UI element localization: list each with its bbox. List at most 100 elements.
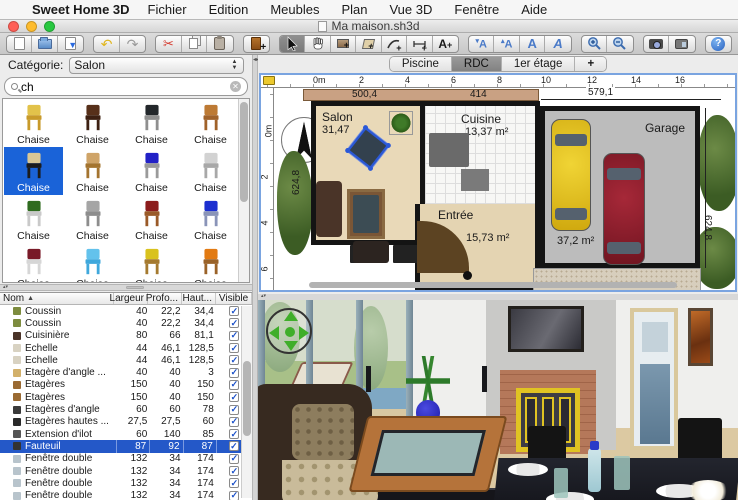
- table-row[interactable]: Echelle 44 46,1 128,5 ✓: [0, 342, 252, 354]
- add-texts-button[interactable]: A+: [433, 36, 458, 52]
- catalog-item[interactable]: Chaise: [122, 243, 181, 283]
- table-row[interactable]: Coussin 40 22,2 34,4 ✓: [0, 305, 252, 317]
- zoom-button[interactable]: [44, 21, 55, 32]
- kitchen-counter-shape[interactable]: [429, 133, 469, 167]
- menu-item[interactable]: Fichier: [148, 2, 187, 17]
- tab-piscine[interactable]: Piscine: [390, 57, 452, 71]
- yellow-car-shape[interactable]: [551, 119, 591, 231]
- table-row[interactable]: Echelle 44 46,1 128,5 ✓: [0, 354, 252, 366]
- visible-checkbox[interactable]: ✓: [229, 466, 239, 476]
- paste-button[interactable]: [207, 36, 232, 52]
- sofa-shape[interactable]: [316, 181, 342, 237]
- table-row[interactable]: Fauteuil 87 92 87 ✓: [0, 440, 252, 452]
- undo-button[interactable]: ↶: [94, 36, 120, 52]
- catalog-item[interactable]: Chaise: [122, 99, 181, 147]
- create-walls-button[interactable]: [331, 36, 356, 52]
- visible-checkbox[interactable]: ✓: [229, 355, 239, 365]
- tab-1er-etage[interactable]: 1er étage: [502, 57, 576, 71]
- visible-checkbox[interactable]: ✓: [229, 478, 239, 488]
- visible-checkbox[interactable]: ✓: [229, 405, 239, 415]
- table-row[interactable]: Etagères 150 40 150 ✓: [0, 379, 252, 391]
- catalog-item[interactable]: Chaise: [122, 195, 181, 243]
- increase-text-size-button[interactable]: ▴A: [494, 36, 519, 52]
- zoom-out-button[interactable]: [607, 36, 632, 52]
- table-row[interactable]: Etagères d'angle 60 60 78 ✓: [0, 403, 252, 415]
- add-furniture-button[interactable]: [244, 36, 269, 52]
- column-header-profondeur[interactable]: Profo...: [148, 293, 182, 304]
- create-video-button[interactable]: [669, 36, 694, 52]
- cut-button[interactable]: ✂: [156, 36, 181, 52]
- catalog-table-splitter[interactable]: ▴▾: [0, 284, 252, 291]
- coffee-table-shape[interactable]: [347, 189, 385, 239]
- visible-checkbox[interactable]: ✓: [229, 380, 239, 390]
- red-car-shape[interactable]: [603, 153, 645, 265]
- catalog-item[interactable]: Chaise: [63, 195, 122, 243]
- visible-checkbox[interactable]: ✓: [229, 491, 239, 500]
- visible-checkbox[interactable]: ✓: [229, 368, 239, 378]
- visible-checkbox[interactable]: ✓: [229, 306, 239, 316]
- catalog-item[interactable]: Chaise: [181, 195, 240, 243]
- column-header-visible[interactable]: Visible: [216, 293, 252, 304]
- pan-tool-button[interactable]: [305, 36, 330, 52]
- catalog-item[interactable]: Chaise: [4, 195, 63, 243]
- window-title-bar[interactable]: Ma maison.sh3d: [0, 20, 738, 33]
- create-rooms-button[interactable]: [356, 36, 381, 52]
- table-row[interactable]: Fenêtre double 132 34 174 ✓: [0, 453, 252, 465]
- add-level-tab[interactable]: +: [575, 57, 606, 71]
- table-row[interactable]: Etagères 150 40 150 ✓: [0, 391, 252, 403]
- menu-item[interactable]: Plan: [341, 2, 367, 17]
- table-row[interactable]: Fenêtre double 132 34 174 ✓: [0, 477, 252, 489]
- menu-item[interactable]: Aide: [521, 2, 547, 17]
- catalog-item[interactable]: Chaise: [4, 147, 63, 195]
- app-menu[interactable]: Sweet Home 3D: [32, 2, 130, 17]
- menu-item[interactable]: Meubles: [270, 2, 319, 17]
- table-scrollbar[interactable]: [241, 306, 252, 498]
- table-row[interactable]: Etagères hautes ... 27,5 27,5 60 ✓: [0, 416, 252, 428]
- column-header-nom[interactable]: Nom: [0, 293, 114, 304]
- plan-view[interactable]: 0m246810121416 0m246 500,4 414 579,1 624…: [259, 73, 737, 292]
- menu-item[interactable]: Vue 3D: [389, 2, 432, 17]
- select-tool-button[interactable]: [280, 36, 305, 52]
- dining-set-shape[interactable]: [353, 241, 389, 263]
- open-document-button[interactable]: [32, 36, 57, 52]
- catalog-item[interactable]: Chaise: [181, 243, 240, 283]
- plan-horizontal-scrollbar[interactable]: [309, 282, 677, 288]
- catalog-item[interactable]: Chaise: [122, 147, 181, 195]
- catalog-item[interactable]: Chaise: [181, 99, 240, 147]
- visible-checkbox[interactable]: ✓: [229, 331, 239, 341]
- table-row[interactable]: Coussin 40 22,2 34,4 ✓: [0, 317, 252, 329]
- catalog-item[interactable]: Chaise: [4, 243, 63, 283]
- table-row[interactable]: Fenêtre double 132 34 174 ✓: [0, 465, 252, 477]
- category-select[interactable]: Salon ▲▼: [69, 57, 244, 74]
- zoom-in-button[interactable]: [582, 36, 608, 52]
- menu-item[interactable]: Fenêtre: [454, 2, 499, 17]
- create-polylines-button[interactable]: [382, 36, 407, 52]
- tab-rdc[interactable]: RDC: [452, 57, 502, 71]
- column-header-largeur[interactable]: Largeur: [114, 293, 148, 304]
- visible-checkbox[interactable]: ✓: [229, 417, 239, 427]
- catalog-item[interactable]: Chaise: [181, 147, 240, 195]
- view-3d[interactable]: [258, 300, 738, 500]
- italic-button[interactable]: A: [545, 36, 570, 52]
- menu-item[interactable]: Edition: [209, 2, 249, 17]
- create-dimensions-button[interactable]: [407, 36, 432, 52]
- catalog-item[interactable]: Chaise: [63, 99, 122, 147]
- redo-button[interactable]: ↷: [120, 36, 145, 52]
- bold-button[interactable]: A: [520, 36, 545, 52]
- new-document-button[interactable]: [7, 36, 32, 52]
- copy-button[interactable]: [182, 36, 207, 52]
- visible-checkbox[interactable]: ✓: [229, 441, 239, 451]
- column-header-hauteur[interactable]: Haut...: [182, 293, 216, 304]
- catalog-item[interactable]: Chaise: [63, 147, 122, 195]
- table-row[interactable]: Fenêtre double 132 34 174 ✓: [0, 489, 252, 500]
- catalog-scrollbar[interactable]: [238, 99, 249, 282]
- table-row[interactable]: Extension d'ilot 60 140 85 ✓: [0, 428, 252, 440]
- visible-checkbox[interactable]: ✓: [229, 454, 239, 464]
- visible-checkbox[interactable]: ✓: [229, 318, 239, 328]
- catalog-item[interactable]: Chaise: [63, 243, 122, 283]
- decrease-text-size-button[interactable]: ▾A: [469, 36, 494, 52]
- visible-checkbox[interactable]: ✓: [229, 343, 239, 353]
- 3d-navigation-compass[interactable]: [266, 308, 312, 354]
- table-row[interactable]: Cuisinière 80 66 81,1 ✓: [0, 330, 252, 342]
- minimize-button[interactable]: [26, 21, 37, 32]
